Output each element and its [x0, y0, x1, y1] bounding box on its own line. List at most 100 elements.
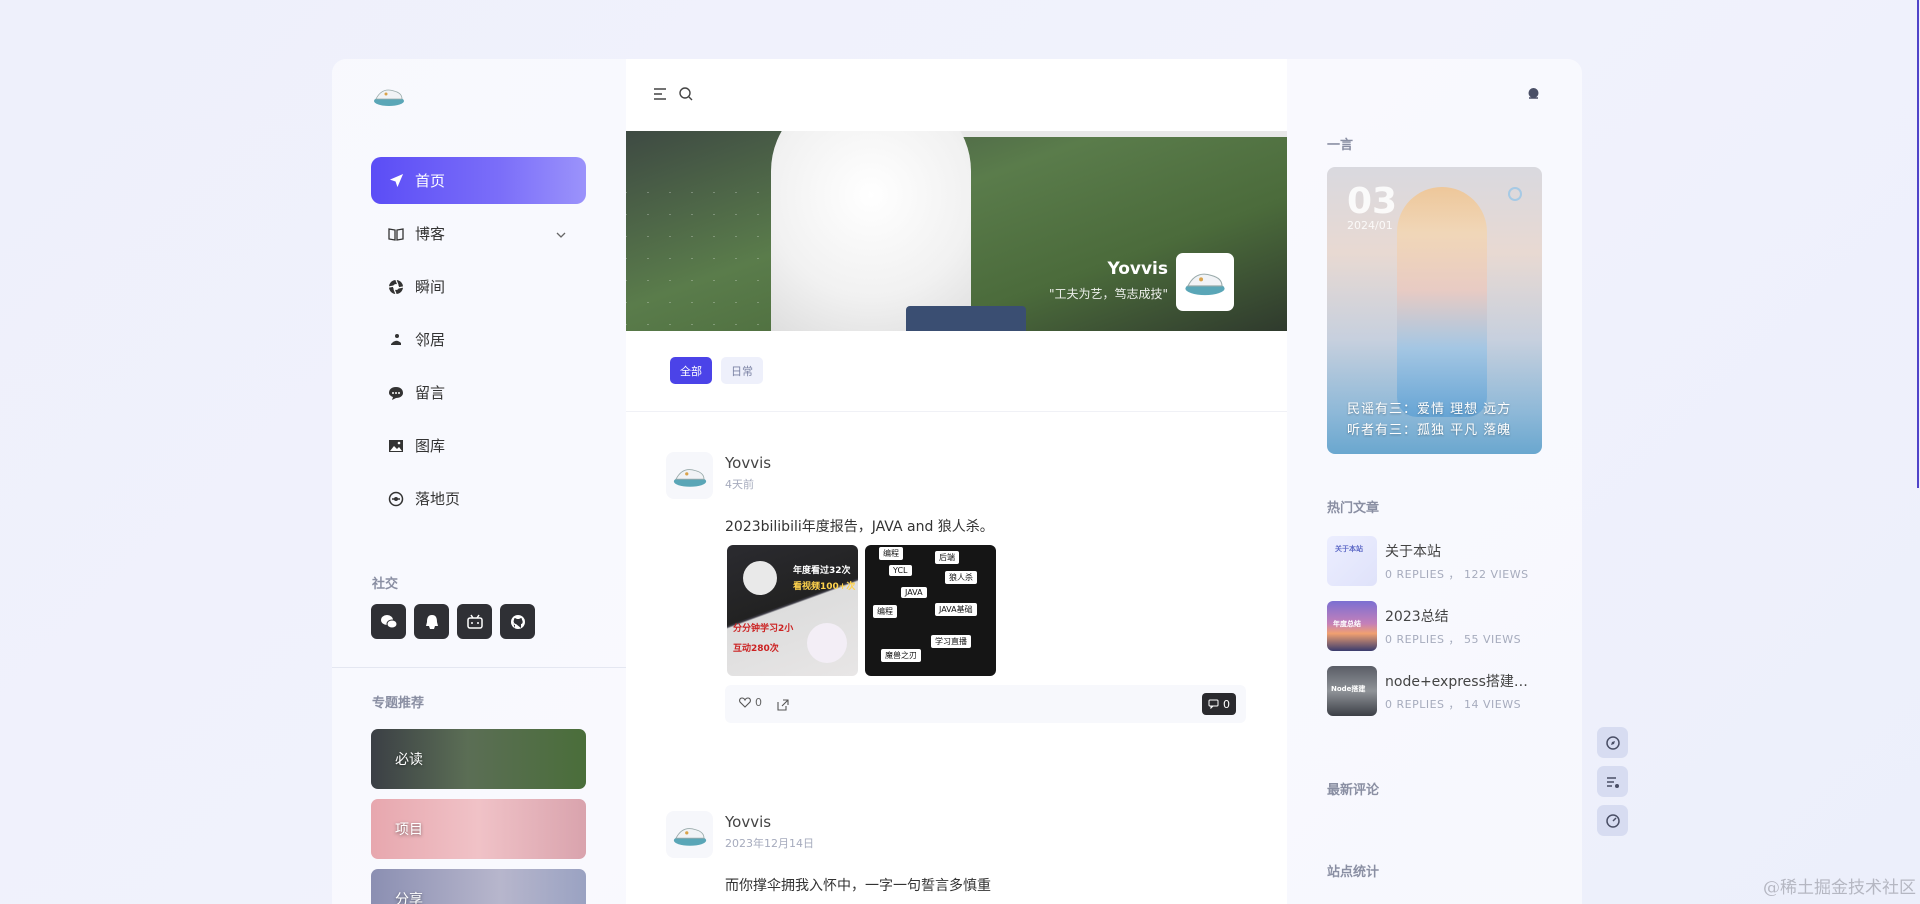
nav-item-label: 瞬间 — [415, 278, 446, 296]
nav-item-label: 落地页 — [415, 490, 461, 508]
site-stats-title: 站点统计 — [1327, 865, 1380, 880]
filter-all[interactable]: 全部 — [670, 357, 712, 384]
topic-card-projects[interactable]: 项目 — [371, 799, 586, 859]
social-links — [371, 604, 535, 639]
image-tag: YCL — [889, 565, 912, 576]
hot-post-thumbnail: 年度总结 — [1327, 601, 1377, 651]
image-tag: JAVA基础 — [935, 603, 977, 616]
hot-post-item[interactable]: 关于本站 关于本站 0 REPLIES ， 122 VIEWS — [1327, 536, 1542, 586]
filter-daily[interactable]: 日常 — [721, 357, 763, 384]
floating-tools — [1597, 727, 1628, 836]
hot-post-title: 2023总结 — [1385, 609, 1449, 625]
avatar[interactable] — [666, 452, 713, 499]
comment-count: 0 — [1223, 697, 1230, 711]
search-icon[interactable] — [678, 86, 694, 106]
refresh-icon[interactable] — [1508, 187, 1522, 201]
hot-posts-title: 热门文章 — [1327, 501, 1380, 516]
banner-person-image — [771, 131, 971, 331]
image-tag: 编程 — [873, 605, 897, 618]
nav-item-blog[interactable]: 博客 — [371, 210, 586, 257]
banner-jeans-decoration — [906, 306, 1026, 331]
hot-post-meta: 0 REPLIES ， 14 VIEWS — [1385, 698, 1522, 711]
page-frame: 首页 博客 瞬间 邻居 留言 图库 落地页 社交 专题推荐 必读 项目 分享 Y… — [332, 59, 1582, 904]
page-scrollbar[interactable] — [1917, 0, 1919, 488]
playlist-icon[interactable] — [1597, 766, 1628, 797]
sidebar-divider — [332, 667, 626, 668]
post-image[interactable]: 编程 YCL 后端 狼人杀 JAVA 编程 JAVA基础 学习直播 魔兽之刃 — [865, 545, 996, 676]
nav-item-moments[interactable]: 瞬间 — [371, 263, 586, 310]
image-icon — [387, 437, 405, 455]
comment-button[interactable]: 0 — [1202, 693, 1236, 715]
image-label: 互动280次 — [733, 644, 779, 654]
quote-card[interactable]: 03 2024/01 民谣有三：爱情 理想 远方 听者有三：孤独 平凡 落魄 — [1327, 167, 1542, 454]
chevron-down-icon[interactable] — [556, 226, 566, 244]
topic-card-share[interactable]: 分享 — [371, 869, 586, 904]
quote-month: 2024/01 — [1347, 219, 1393, 232]
site-logo[interactable] — [372, 83, 406, 109]
profile-banner: Yovvis "工夫为艺，笃志成技" — [626, 131, 1287, 331]
topic-card-must-read[interactable]: 必读 — [371, 729, 586, 789]
thumbnail-text: 关于本站 — [1335, 545, 1363, 553]
like-count: 0 — [755, 696, 762, 709]
heart-icon — [739, 697, 751, 708]
nav-item-guestbook[interactable]: 留言 — [371, 369, 586, 416]
nav-item-gallery[interactable]: 图库 — [371, 422, 586, 469]
comment-icon — [1208, 699, 1219, 709]
wechat-icon[interactable] — [371, 604, 406, 639]
menu-icon[interactable] — [652, 86, 668, 106]
like-button[interactable]: 0 — [739, 696, 762, 709]
send-icon — [387, 172, 405, 190]
right-sidebar: 一言 03 2024/01 民谣有三：爱情 理想 远方 听者有三：孤独 平凡 落… — [1287, 59, 1582, 904]
banner-author: Yovvis "工夫为艺，笃志成技" — [1049, 259, 1168, 302]
quote-card-illustration — [1397, 187, 1487, 417]
social-title: 社交 — [372, 577, 399, 592]
hot-post-meta: 0 REPLIES ， 122 VIEWS — [1385, 568, 1529, 581]
post-card: Yovvis 4天前 2023bilibili年度报告，JAVA and 狼人杀… — [666, 452, 1246, 732]
hot-post-title: 关于本站 — [1385, 544, 1441, 560]
hot-post-item[interactable]: Node搭建 node+express搭建简... 0 REPLIES ， 14… — [1327, 666, 1542, 716]
image-tag: 学习直播 — [931, 635, 971, 648]
image-tag: 魔兽之刃 — [881, 649, 921, 662]
hot-post-title: node+express搭建简... — [1385, 674, 1535, 690]
nav-item-neighbors[interactable]: 邻居 — [371, 316, 586, 363]
image-tag: JAVA — [901, 587, 927, 598]
nav-item-label: 留言 — [415, 384, 446, 402]
post-text: 2023bilibili年度报告，JAVA and 狼人杀。 — [725, 519, 994, 535]
image-label: 看视频100+次 — [793, 582, 856, 592]
post-image[interactable]: 年度看过32次 看视频100+次 分分钟学习2小 互动280次 — [727, 545, 858, 676]
image-tag: 狼人杀 — [945, 571, 977, 584]
latest-comments-title: 最新评论 — [1327, 783, 1380, 798]
watermark: @稀土掘金技术社区 — [1763, 878, 1916, 898]
nav-item-home[interactable]: 首页 — [371, 157, 586, 204]
quote-line: 民谣有三：爱情 理想 远方 — [1347, 402, 1512, 417]
topic-label: 必读 — [395, 752, 423, 768]
post-time: 4天前 — [725, 478, 754, 491]
hot-post-thumbnail: Node搭建 — [1327, 666, 1377, 716]
post-author[interactable]: Yovvis — [725, 813, 771, 831]
avatar[interactable] — [666, 811, 713, 858]
bilibili-icon[interactable] — [457, 604, 492, 639]
topic-list: 必读 项目 分享 — [371, 729, 586, 904]
hot-post-item[interactable]: 年度总结 2023总结 0 REPLIES ， 55 VIEWS — [1327, 601, 1542, 651]
author-avatar[interactable] — [1176, 253, 1234, 311]
compass-icon — [387, 490, 405, 508]
nav-item-label: 邻居 — [415, 331, 446, 349]
chat-bubble-icon — [387, 384, 405, 402]
banner-goal-decoration — [956, 131, 1287, 191]
nav-item-landing[interactable]: 落地页 — [371, 475, 586, 522]
github-icon[interactable] — [500, 604, 535, 639]
quote-title: 一言 — [1327, 138, 1354, 153]
post-card: Yovvis 2023年12月14日 而你撑伞拥我入怀中，一字一句誓言多慎重 — [666, 811, 1246, 904]
post-filters: 全部 日常 — [670, 357, 763, 384]
compass-icon[interactable] — [1597, 727, 1628, 758]
thumbnail-text: Node搭建 — [1331, 685, 1366, 693]
post-author[interactable]: Yovvis — [725, 454, 771, 472]
share-icon[interactable] — [777, 696, 789, 715]
image-tag: 编程 — [879, 547, 903, 560]
content-divider — [626, 411, 1287, 412]
qq-icon[interactable] — [414, 604, 449, 639]
hot-post-thumbnail: 关于本站 — [1327, 536, 1377, 586]
gauge-icon[interactable] — [1597, 805, 1628, 836]
theme-toggle-icon[interactable] — [1526, 86, 1541, 101]
topic-label: 分享 — [395, 892, 423, 904]
